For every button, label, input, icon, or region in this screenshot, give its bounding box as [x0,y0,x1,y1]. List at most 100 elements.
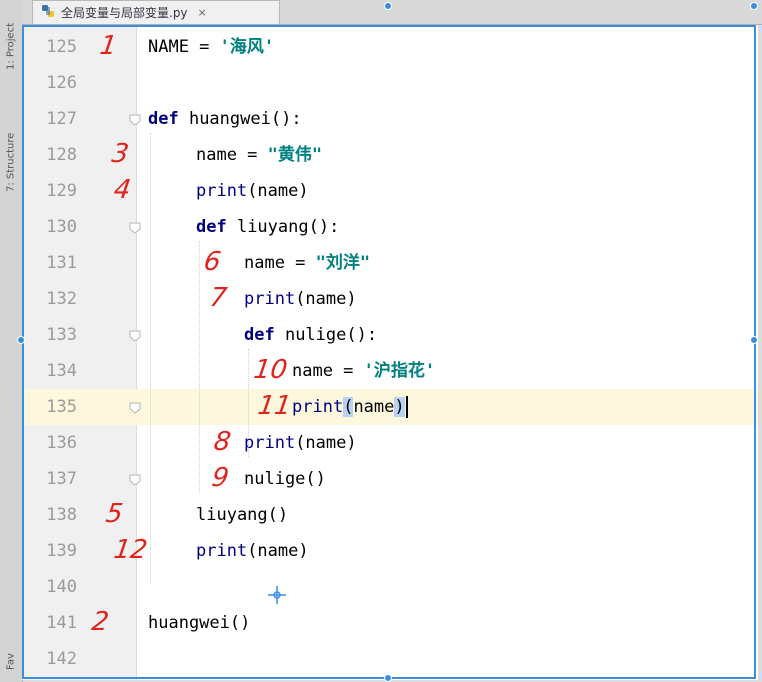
code-text: print(name) [244,281,357,317]
line-number: 128 [46,145,77,165]
line-number: 142 [46,649,77,669]
string-token: '沪指花' [363,361,436,381]
code-token: NAME = [148,37,220,57]
handwritten-step-annotation: 3 [109,139,131,169]
fold-marker-icon[interactable] [128,328,142,342]
code-line[interactable]: 130 def liuyang(): [22,209,758,245]
handwritten-step-annotation: 7 [207,283,229,313]
handwritten-step-annotation: 11 [255,391,294,421]
handwritten-step-annotation: 1 [97,31,119,61]
code-text: print(name) [292,389,408,425]
string-token: "刘洋" [315,253,371,273]
code-token: huangwei() [148,613,251,633]
close-icon[interactable]: × [198,6,207,19]
code-line[interactable]: 134 name = '沪指花' 10 [22,353,758,389]
code-token: (): [270,109,302,129]
selection-handle[interactable] [750,2,758,10]
code-token: ) [394,397,405,417]
file-tab[interactable]: 全局变量与局部变量.py × [32,0,280,24]
code-text: NAME = '海风' [148,29,274,65]
code-line[interactable]: 127 def huangwei(): [22,101,758,137]
indent-guide [199,241,200,493]
code-line[interactable]: 136 print(name) 8 [22,425,758,461]
line-number: 134 [46,361,77,381]
code-token: nulige() [244,469,326,489]
keyword-token: def [148,109,189,129]
code-line[interactable]: 129 print(name) 4 [22,173,758,209]
handwritten-step-annotation: 10 [251,355,290,385]
code-text: print(name) [196,173,309,209]
move-cursor-icon [267,585,287,605]
code-text: def liuyang(): [196,209,339,245]
handwritten-step-annotation: 9 [209,463,231,493]
code-text: name = "黄伟" [196,137,322,173]
code-token: liuyang [236,217,309,237]
line-number: 136 [46,433,77,453]
code-text: def huangwei(): [148,101,302,137]
code-line[interactable]: 133 def nulige(): [22,317,758,353]
code-line[interactable]: 139 print(name) 12 [22,533,758,569]
code-text: name = '沪指花' [292,353,435,389]
fold-marker-icon[interactable] [128,112,142,126]
code-line[interactable]: 142 [22,641,758,677]
selection-handle[interactable] [384,2,392,10]
indent-guide [248,349,249,457]
code-line[interactable]: 138 liuyang() 5 [22,497,758,533]
indent-guide [150,133,151,583]
builtin-token: print [244,433,296,453]
line-number: 131 [46,253,77,273]
string-token: '海风' [219,37,275,57]
builtin-token: print [244,289,296,309]
line-number: 130 [46,217,77,237]
code-editor[interactable]: 125 NAME = '海风' 1 126 127 def huangwei(): 128 n… [22,25,758,680]
code-line[interactable]: 128 name = "黄伟" 3 [22,137,758,173]
code-text: print(name) [196,533,309,569]
code-line[interactable]: 132 print(name) 7 [22,281,758,317]
handwritten-step-annotation: 5 [103,499,125,529]
code-line[interactable]: 140 [22,569,758,605]
code-token: (name) [247,541,309,561]
handwritten-step-annotation: 2 [89,607,111,637]
code-token: (): [346,325,378,345]
line-number: 125 [46,37,77,57]
code-token: name [353,397,395,417]
line-number: 138 [46,505,77,525]
line-number: 133 [46,325,77,345]
code-token: ( [343,397,354,417]
code-token: name = [292,361,364,381]
code-text: name = "刘洋" [244,245,370,281]
code-text: def nulige(): [244,317,377,353]
selection-handle[interactable] [384,674,392,682]
handwritten-step-annotation: 4 [111,175,133,205]
string-token: "黄伟" [267,145,323,165]
code-token: name = [244,253,316,273]
line-number: 132 [46,289,77,309]
code-token: liuyang() [196,505,289,525]
text-caret [405,396,408,418]
code-token: huangwei [188,109,271,129]
file-tab-label: 全局变量与局部变量.py [61,6,188,20]
code-line[interactable]: 135 print(name) 11 [22,389,758,425]
code-line[interactable]: 141 huangwei() 2 [22,605,758,641]
line-number: 140 [46,577,77,597]
code-line[interactable]: 126 [22,65,758,101]
code-line[interactable]: 131 name = "刘洋" 6 [22,245,758,281]
code-token: (): [308,217,340,237]
fold-marker-icon[interactable] [128,472,142,486]
favorites-tool-tab[interactable]: Fav [2,645,20,679]
line-number: 139 [46,541,77,561]
fold-marker-icon[interactable] [128,400,142,414]
builtin-token: print [196,541,248,561]
keyword-token: def [196,217,237,237]
code-line[interactable]: 125 NAME = '海风' 1 [22,29,758,65]
selection-handle[interactable] [750,336,758,344]
code-line[interactable]: 137 nulige() 9 [22,461,758,497]
line-number: 127 [46,109,77,129]
code-token: nulige [284,325,347,345]
structure-tool-tab[interactable]: 7: Structure [2,112,20,212]
fold-marker-icon[interactable] [128,220,142,234]
line-number: 129 [46,181,77,201]
project-tool-tab[interactable]: 1: Project [2,6,20,86]
handwritten-step-annotation: 6 [201,247,223,277]
selection-handle[interactable] [17,336,25,344]
